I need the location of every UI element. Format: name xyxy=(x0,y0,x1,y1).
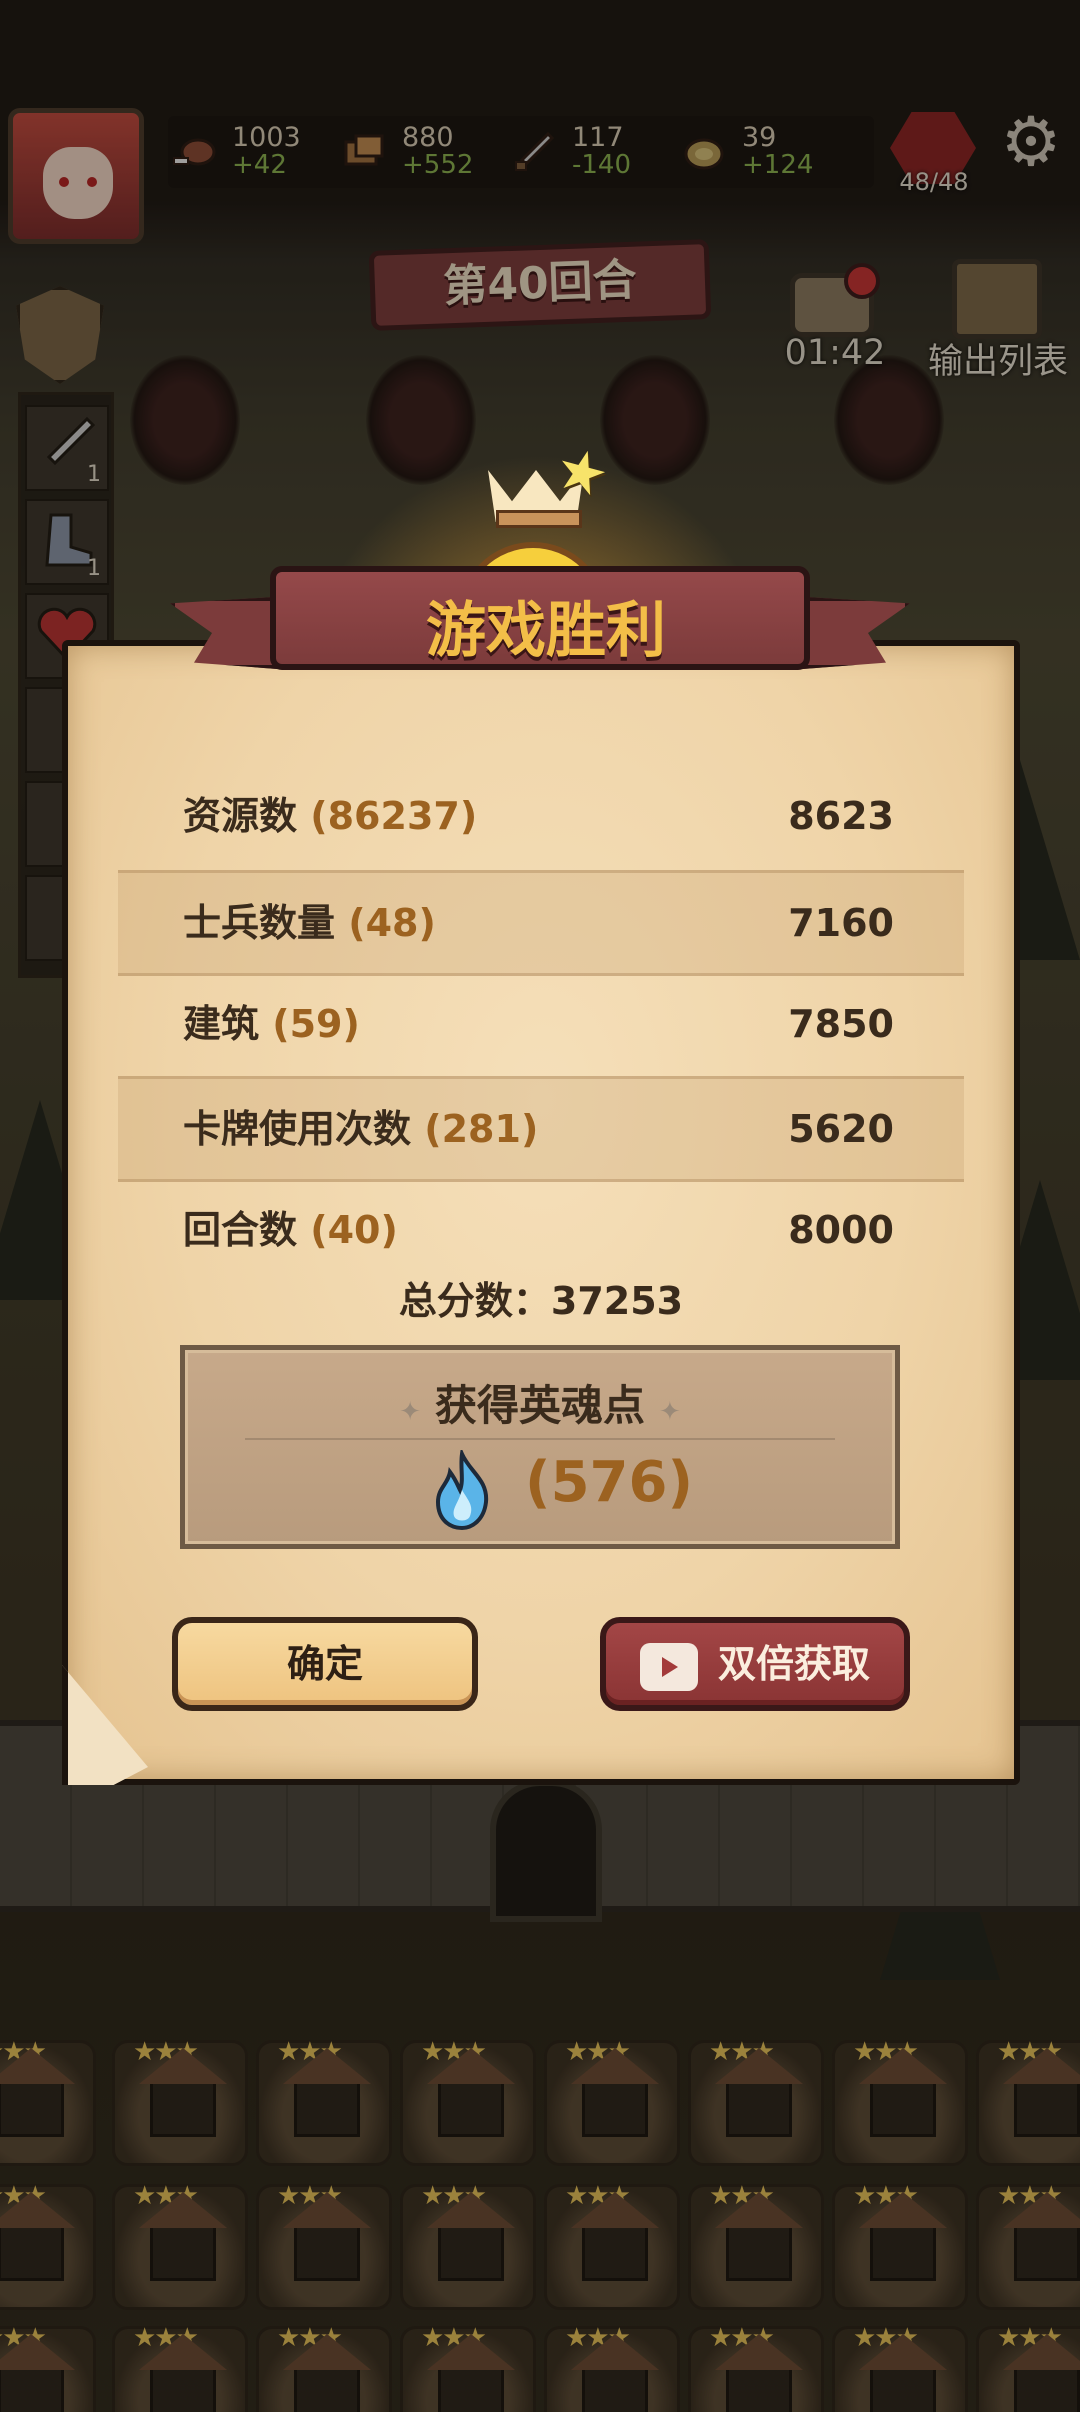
total-score: 总分数：37253 xyxy=(398,1279,684,1323)
score-row-resources: 资源数 (86237) 8623 xyxy=(118,766,964,866)
row-points: 8000 xyxy=(788,1208,894,1252)
score-row-soldiers: 士兵数量 (48) 7160 xyxy=(118,870,964,976)
confirm-button[interactable]: 确定 xyxy=(172,1617,478,1711)
row-label: 建筑 xyxy=(183,1002,260,1046)
row-count: (281) xyxy=(424,1107,539,1151)
score-row-rounds: 回合数 (40) 8000 xyxy=(118,1180,964,1280)
double-reward-button[interactable]: 双倍获取 xyxy=(600,1617,910,1711)
soul-flame-icon xyxy=(435,1450,489,1530)
paper-fold xyxy=(62,1665,148,1785)
score-row-cards: 卡牌使用次数 (281) 5620 xyxy=(118,1076,964,1182)
double-reward-label: 双倍获取 xyxy=(718,1642,871,1686)
divider xyxy=(245,1438,835,1440)
soul-value: (576) xyxy=(525,1450,694,1515)
row-points: 8623 xyxy=(788,794,894,838)
hero-soul-reward: ✦ 获得英魂点 ✦ (576) xyxy=(180,1345,900,1549)
row-points: 7160 xyxy=(788,901,894,945)
video-ad-icon xyxy=(640,1643,698,1691)
dialog-title: 游戏胜利 xyxy=(426,596,666,666)
sparkle-icon: ✦ xyxy=(399,1397,421,1427)
title-ribbon: 游戏胜利 xyxy=(170,566,910,686)
row-count: (48) xyxy=(348,901,436,945)
row-label: 资源数 xyxy=(183,794,298,838)
row-label: 回合数 xyxy=(183,1208,298,1252)
row-count: (59) xyxy=(272,1002,360,1046)
sparkle-icon: ✦ xyxy=(659,1397,681,1427)
row-label: 卡牌使用次数 xyxy=(183,1107,412,1151)
row-points: 7850 xyxy=(788,1002,894,1046)
row-count: (40) xyxy=(310,1208,398,1252)
row-label: 士兵数量 xyxy=(183,901,336,945)
score-row-buildings: 建筑 (59) 7850 xyxy=(118,974,964,1074)
row-count: (86237) xyxy=(310,794,478,838)
soul-title: 获得英魂点 xyxy=(434,1381,645,1430)
row-points: 5620 xyxy=(788,1107,894,1151)
confirm-label: 确定 xyxy=(286,1642,363,1686)
